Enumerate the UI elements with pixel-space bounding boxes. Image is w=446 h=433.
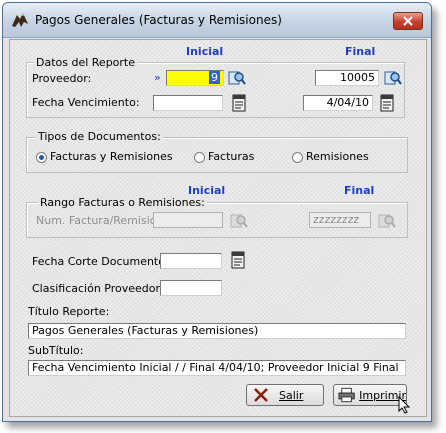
proveedor-final-field[interactable]: 10005 — [315, 70, 379, 86]
fecha-vencimiento-label: Fecha Vencimiento: — [32, 96, 140, 109]
proveedor-marker: » — [154, 71, 161, 84]
radio-facturas-y-remisiones-label[interactable]: Facturas y Remisiones — [50, 150, 173, 163]
radio-facturas[interactable] — [194, 152, 205, 163]
fecha-corte-field[interactable] — [160, 253, 222, 269]
printer-icon — [338, 387, 355, 403]
search-lookup-icon[interactable] — [378, 212, 396, 230]
subtitulo-label: SubTítulo: — [28, 344, 84, 357]
num-factura-label: Num. Factura/Remisión: — [36, 214, 168, 227]
close-button[interactable] — [393, 12, 423, 30]
exit-x-icon — [254, 388, 268, 402]
proveedor-inicial-field[interactable]: 9 — [166, 70, 224, 86]
radio-facturas-y-remisiones[interactable] — [36, 152, 47, 163]
proveedor-label: Proveedor: — [32, 72, 92, 85]
titulo-label: Título Reporte: — [28, 305, 110, 318]
radio-remisiones-label[interactable]: Remisiones — [306, 150, 369, 163]
clasificacion-label: Clasificación Proveedor: — [32, 282, 164, 295]
search-lookup-icon[interactable] — [384, 69, 402, 87]
subtitulo-field[interactable]: Fecha Vencimiento Inicial / / Final 4/04… — [28, 360, 406, 376]
inicial-header: Inicial — [186, 45, 224, 58]
clasificacion-field[interactable] — [160, 280, 222, 296]
close-icon — [403, 16, 413, 26]
dialog-window: Pagos Generales (Facturas y Remisiones) … — [2, 2, 432, 422]
num-factura-inicial-field[interactable] — [153, 212, 223, 228]
salir-button[interactable]: Salir — [246, 384, 324, 406]
dialog-content: Datos del Reporte Inicial Final Proveedo… — [9, 39, 427, 417]
rango-final-header: Final — [344, 184, 375, 197]
fecha-venc-final-field[interactable]: 4/04/10 — [303, 95, 373, 111]
calendar-icon[interactable] — [378, 94, 396, 112]
imprimir-button[interactable]: Imprimir — [333, 384, 407, 406]
proveedor-inicial-value: 9 — [209, 71, 220, 84]
search-lookup-icon[interactable] — [230, 212, 248, 230]
radio-remisiones[interactable] — [292, 152, 303, 163]
datos-reporte-label: Datos del Reporte — [34, 56, 138, 69]
radio-facturas-label[interactable]: Facturas — [208, 150, 254, 163]
titulo-field[interactable]: Pagos Generales (Facturas y Remisiones) — [28, 323, 406, 339]
eagle-icon — [12, 13, 28, 27]
fecha-corte-label: Fecha Corte Documentos: — [32, 255, 175, 268]
final-header: Final — [345, 45, 376, 58]
search-lookup-icon[interactable] — [228, 69, 246, 87]
salir-label: Salir — [279, 388, 304, 402]
fecha-venc-inicial-field[interactable] — [153, 95, 223, 111]
tipos-documentos-label: Tipos de Documentos: — [36, 130, 163, 143]
num-factura-final-field[interactable]: zzzzzzzz — [309, 212, 371, 228]
calendar-icon[interactable] — [229, 251, 247, 269]
rango-facturas-label: Rango Facturas o Remisiones: — [38, 196, 207, 209]
mouse-cursor-icon — [398, 396, 411, 414]
calendar-icon[interactable] — [230, 94, 248, 112]
window-title: Pagos Generales (Facturas y Remisiones) — [35, 13, 282, 27]
title-bar[interactable]: Pagos Generales (Facturas y Remisiones) — [3, 3, 431, 38]
